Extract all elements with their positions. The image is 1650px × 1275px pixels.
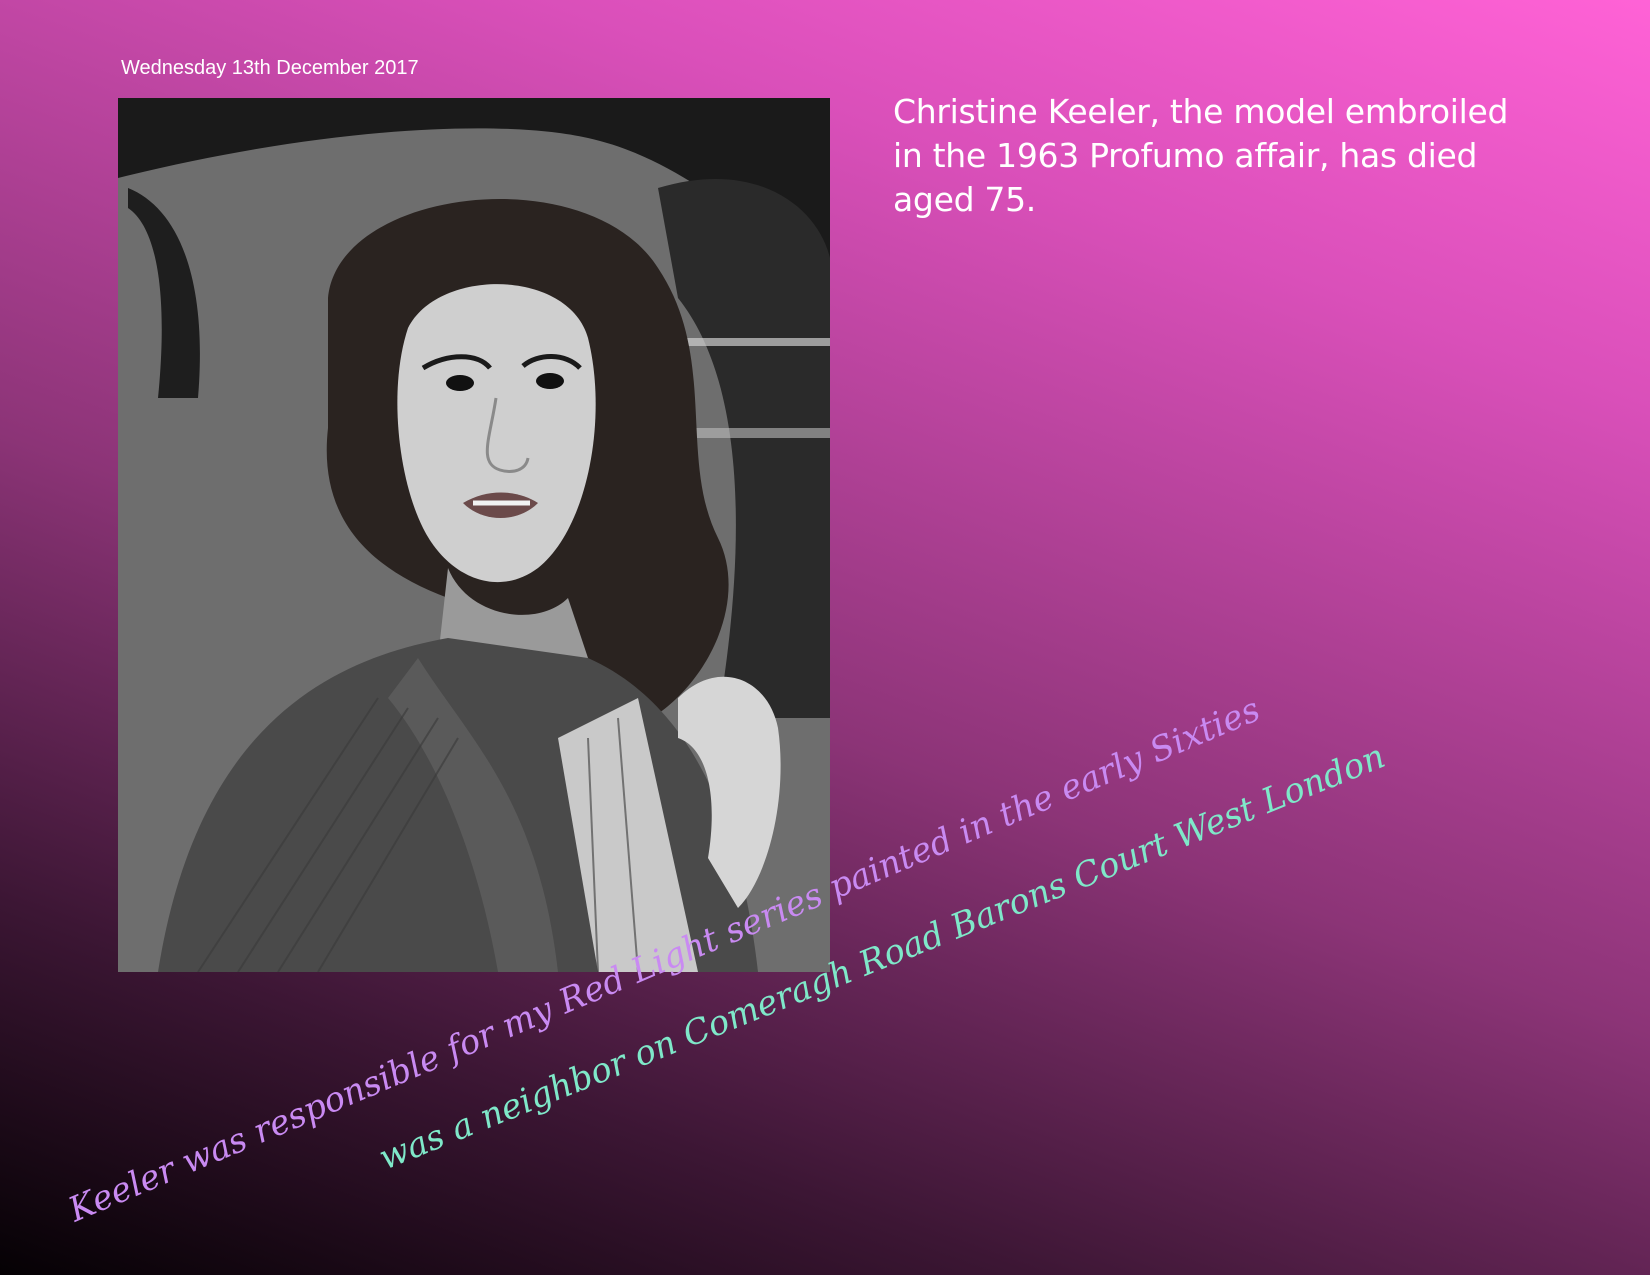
handwritten-caption: Keeler was responsible for my Red Light … (62, 690, 1391, 1231)
caption-line-2: was a neighbor on Comeragh Road Barons C… (373, 736, 1390, 1178)
caption-line-1: Keeler was responsible for my Red Light … (62, 690, 1266, 1231)
page-background: Wednesday 13th December 2017 Christine K… (0, 0, 1650, 1275)
